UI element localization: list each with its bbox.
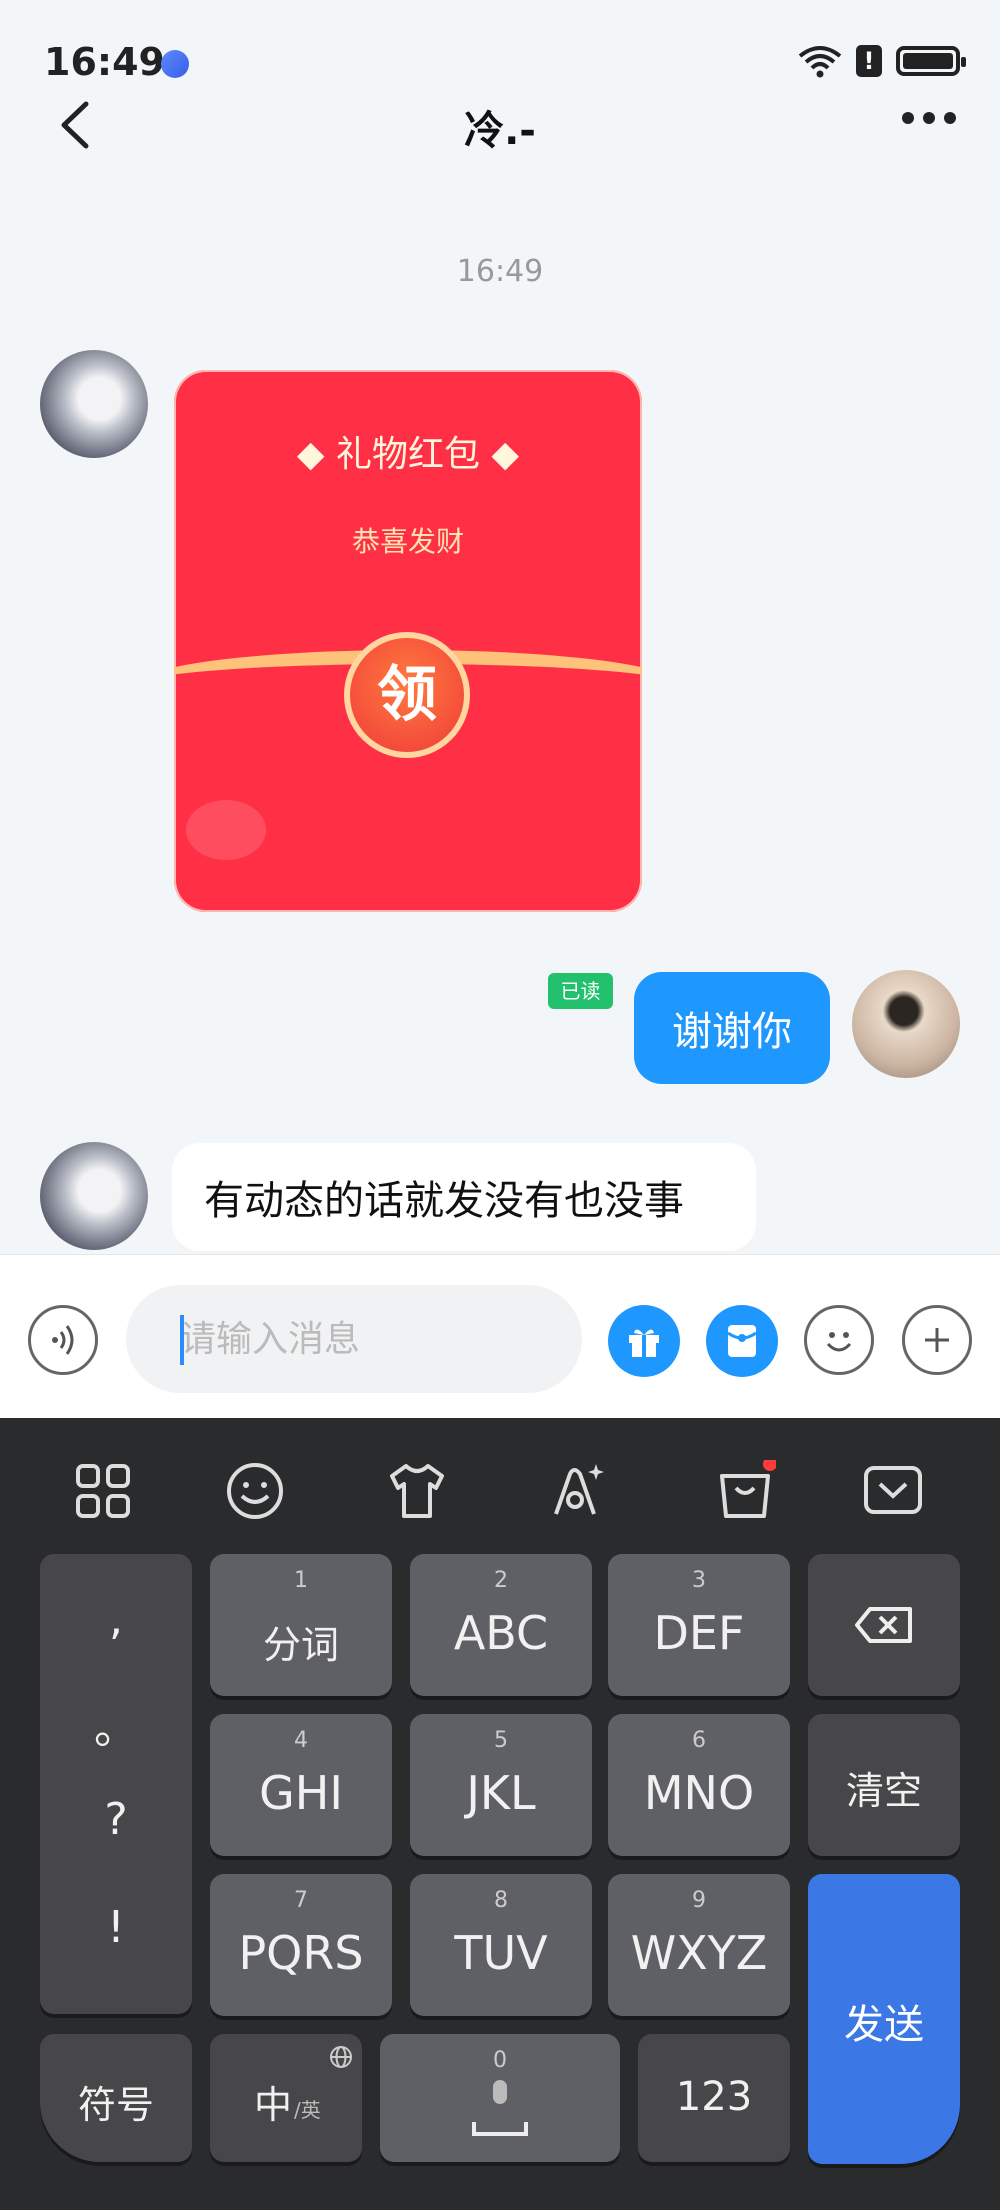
message-timestamp: 16:49 <box>456 254 544 289</box>
key-number: 6 <box>692 1728 706 1753</box>
app-notification-icon <box>161 50 189 78</box>
lang-sub-label: /英 <box>294 2098 321 2122</box>
gift-icon <box>629 1329 659 1357</box>
key-number: 7 <box>294 1888 308 1913</box>
key-label: DEF <box>653 1606 745 1660</box>
backspace-icon <box>855 1607 912 1643</box>
key-number: 0 <box>493 2048 507 2073</box>
key-label: MNO <box>643 1766 755 1820</box>
clear-key[interactable]: 清空 <box>808 1714 960 1856</box>
more-actions-button[interactable] <box>902 1305 972 1375</box>
key-6[interactable]: 6 MNO <box>608 1714 790 1856</box>
key-2[interactable]: 2 ABC <box>410 1554 592 1696</box>
gift-button[interactable] <box>608 1305 680 1377</box>
voice-icon <box>52 1325 74 1355</box>
key-number: 3 <box>692 1568 706 1593</box>
key-7[interactable]: 7 PQRS <box>210 1874 392 2016</box>
emoji-button[interactable] <box>804 1305 874 1375</box>
clear-key-label: 清空 <box>845 1769 922 1813</box>
space-key[interactable]: 0 <box>380 2034 620 2162</box>
key-number: 4 <box>294 1728 308 1753</box>
hide-keyboard-icon[interactable] <box>862 1460 924 1522</box>
battery-icon <box>896 46 966 76</box>
contact-avatar[interactable] <box>40 1142 148 1250</box>
shopping-bag-icon[interactable] <box>714 1460 776 1522</box>
key-8[interactable]: 8 TUV <box>410 1874 592 2016</box>
alert-icon: ! <box>856 45 882 77</box>
chat-title: 冷.- <box>464 108 536 154</box>
numbers-key-label: 123 <box>675 2074 753 2120</box>
message-input-bar <box>0 1254 1000 1418</box>
key-number: 2 <box>494 1568 508 1593</box>
key-number: 9 <box>692 1888 706 1913</box>
key-period[interactable]: 。 <box>40 1692 192 1756</box>
keyboard: , 。 ? ! 1 分词 2 ABC 3 DEF 4 GHI 5 JKL 6 M… <box>0 1418 1000 2210</box>
microphone-icon <box>472 2080 528 2136</box>
voice-input-button[interactable] <box>28 1305 98 1375</box>
contact-avatar[interactable] <box>40 350 148 458</box>
red-packet-decoration <box>186 800 266 860</box>
key-number: 1 <box>294 1568 308 1593</box>
emoji-icon <box>826 1332 852 1352</box>
skin-shirt-icon[interactable] <box>386 1460 448 1522</box>
lang-label: 中 <box>254 2083 293 2127</box>
ai-assistant-icon[interactable] <box>546 1460 608 1522</box>
globe-icon <box>330 2046 352 2068</box>
plus-icon <box>925 1328 949 1352</box>
their-message-bubble[interactable]: 有动态的话就发没有也没事 <box>172 1143 756 1251</box>
red-packet-greeting: 恭喜发财 <box>351 525 464 558</box>
send-key[interactable]: 发送 <box>808 1874 960 2164</box>
more-menu-icon[interactable] <box>902 112 956 124</box>
read-status-badge: 已读 <box>548 973 613 1009</box>
red-packet-card[interactable]: ◆ 礼物红包 ◆ 恭喜发财 领 <box>174 370 642 912</box>
key-9[interactable]: 9 WXYZ <box>608 1874 790 2016</box>
text-caret <box>180 1315 184 1365</box>
backspace-key[interactable] <box>808 1554 960 1696</box>
key-4[interactable]: 4 GHI <box>210 1714 392 1856</box>
key-label: TUV <box>454 1926 548 1980</box>
status-time: 16:49 <box>44 40 165 84</box>
keyboard-emoji-icon[interactable] <box>224 1460 286 1522</box>
send-red-packet-button[interactable] <box>706 1305 778 1377</box>
key-exclaim[interactable]: ! <box>40 1902 192 1953</box>
symbols-key[interactable]: 符号 <box>40 2034 192 2162</box>
wifi-icon <box>798 46 842 78</box>
key-1[interactable]: 1 分词 <box>210 1554 392 1696</box>
my-message-bubble[interactable]: 谢谢你 <box>634 972 830 1084</box>
apps-grid-icon[interactable] <box>72 1460 134 1522</box>
key-label: PQRS <box>238 1926 364 1980</box>
key-label: GHI <box>259 1766 343 1820</box>
symbols-key-label: 符号 <box>77 2083 154 2127</box>
my-avatar[interactable] <box>852 970 960 1078</box>
key-5[interactable]: 5 JKL <box>410 1714 592 1856</box>
key-label: ABC <box>453 1606 549 1660</box>
message-input[interactable] <box>126 1285 582 1393</box>
red-packet-icon <box>727 1325 757 1357</box>
claim-red-packet-button[interactable]: 领 <box>344 632 470 758</box>
send-key-label: 发送 <box>844 2002 924 2048</box>
status-icons: ! <box>798 44 966 78</box>
key-number: 5 <box>494 1728 508 1753</box>
key-question[interactable]: ? <box>40 1794 192 1845</box>
numbers-key[interactable]: 123 <box>638 2034 790 2162</box>
key-number: 8 <box>494 1888 508 1913</box>
punctuation-column[interactable]: , 。 ? ! <box>40 1554 192 2014</box>
key-comma[interactable]: , <box>40 1594 192 1645</box>
key-label: WXYZ <box>630 1926 768 1980</box>
key-label: 分词 <box>262 1623 339 1667</box>
status-bar: 16:49 ! <box>0 0 1000 110</box>
language-switch-key[interactable]: 中 /英 <box>210 2034 362 2162</box>
key-label: JKL <box>466 1766 536 1820</box>
red-packet-title: ◆ 礼物红包 ◆ <box>296 434 520 475</box>
key-3[interactable]: 3 DEF <box>608 1554 790 1696</box>
